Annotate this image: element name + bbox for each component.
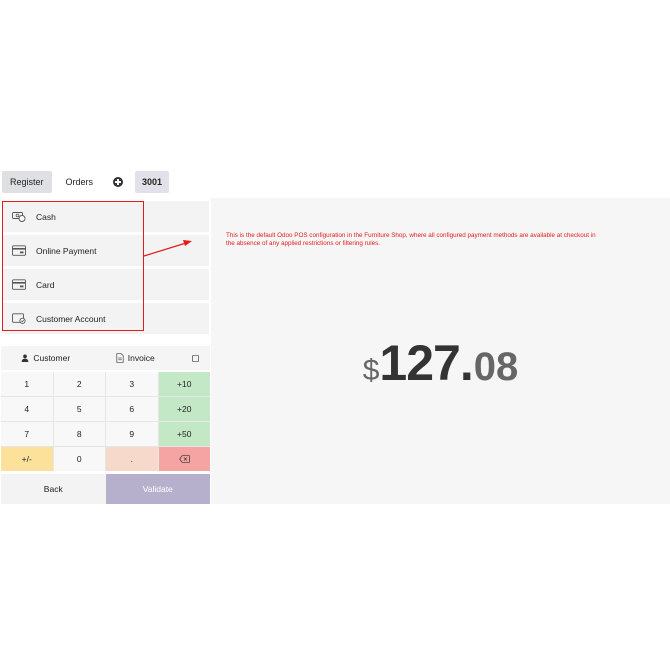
amount-decimals: 08 xyxy=(473,345,519,389)
numpad-key-decimal[interactable]: . xyxy=(106,447,158,471)
cash-icon xyxy=(12,212,26,222)
register-tab[interactable]: Register xyxy=(2,171,52,193)
numpad-key-9[interactable]: 9 xyxy=(106,422,158,446)
numpad-key-plus-20[interactable]: +20 xyxy=(158,397,210,421)
numpad-key-plus-minus[interactable]: +/- xyxy=(1,447,53,471)
amount-integer: 127 xyxy=(379,335,460,391)
customer-label: Customer xyxy=(33,353,71,363)
pos-payment-screen: Register Orders 3001 Cash Online Payment… xyxy=(0,0,670,670)
numpad-key-8[interactable]: 8 xyxy=(53,422,105,446)
currency-symbol: $ xyxy=(362,354,380,387)
payment-method-label: Customer Account xyxy=(36,313,106,324)
invoice-icon xyxy=(116,353,124,363)
invoice-label: Invoice xyxy=(127,353,155,363)
backspace-icon xyxy=(178,455,190,463)
numpad: 1 2 3 +10 4 5 6 +20 7 8 9 +50 +/- 0 . xyxy=(1,372,210,471)
plus-circle-icon xyxy=(113,177,124,187)
payment-method-cash[interactable]: Cash xyxy=(3,201,209,232)
payment-method-online-payment[interactable]: Online Payment xyxy=(3,235,209,266)
checkbox-icon xyxy=(191,354,199,362)
numpad-key-6[interactable]: 6 xyxy=(106,397,158,421)
numpad-key-plus-50[interactable]: +50 xyxy=(158,422,210,446)
back-button[interactable]: Back xyxy=(1,474,106,504)
payment-method-label: Cash xyxy=(36,211,56,222)
numpad-key-4[interactable]: 4 xyxy=(1,397,53,421)
customer-account-icon xyxy=(12,313,26,324)
user-icon xyxy=(21,354,29,362)
customer-invoice-row: Customer Invoice xyxy=(1,346,210,370)
amount-decimal-point: . xyxy=(459,335,474,391)
payment-methods-list: Cash Online Payment Card Customer Accoun… xyxy=(3,201,209,337)
credit-card-icon xyxy=(12,279,26,290)
payment-method-customer-account[interactable]: Customer Account xyxy=(3,303,209,334)
top-nav: Register Orders 3001 xyxy=(0,171,170,193)
payment-summary-pane: This is the default Odoo POS configurati… xyxy=(211,198,670,504)
annotation-text: This is the default Odoo POS configurati… xyxy=(226,232,596,247)
validate-button[interactable]: Validate xyxy=(105,474,210,504)
order-tab-3001[interactable]: 3001 xyxy=(135,171,170,193)
numpad-key-2[interactable]: 2 xyxy=(53,372,105,396)
customer-button[interactable]: Customer xyxy=(1,346,91,370)
numpad-key-5[interactable]: 5 xyxy=(53,397,105,421)
numpad-key-1[interactable]: 1 xyxy=(1,372,53,396)
payment-method-label: Card xyxy=(36,279,55,290)
numpad-key-3[interactable]: 3 xyxy=(106,372,158,396)
numpad-key-backspace[interactable] xyxy=(158,447,210,471)
new-order-button[interactable] xyxy=(107,171,129,193)
orders-tab[interactable]: Orders xyxy=(58,171,102,193)
total-amount: $127.08 xyxy=(211,334,670,392)
more-options-button[interactable] xyxy=(180,346,210,370)
numpad-key-7[interactable]: 7 xyxy=(1,422,53,446)
payment-method-label: Online Payment xyxy=(36,245,97,256)
invoice-button[interactable]: Invoice xyxy=(90,346,180,370)
numpad-key-plus-10[interactable]: +10 xyxy=(158,372,210,396)
payment-method-card[interactable]: Card xyxy=(3,269,209,300)
card-terminal-icon xyxy=(12,245,26,256)
action-row: Back Validate xyxy=(1,474,210,504)
numpad-key-0[interactable]: 0 xyxy=(53,447,105,471)
